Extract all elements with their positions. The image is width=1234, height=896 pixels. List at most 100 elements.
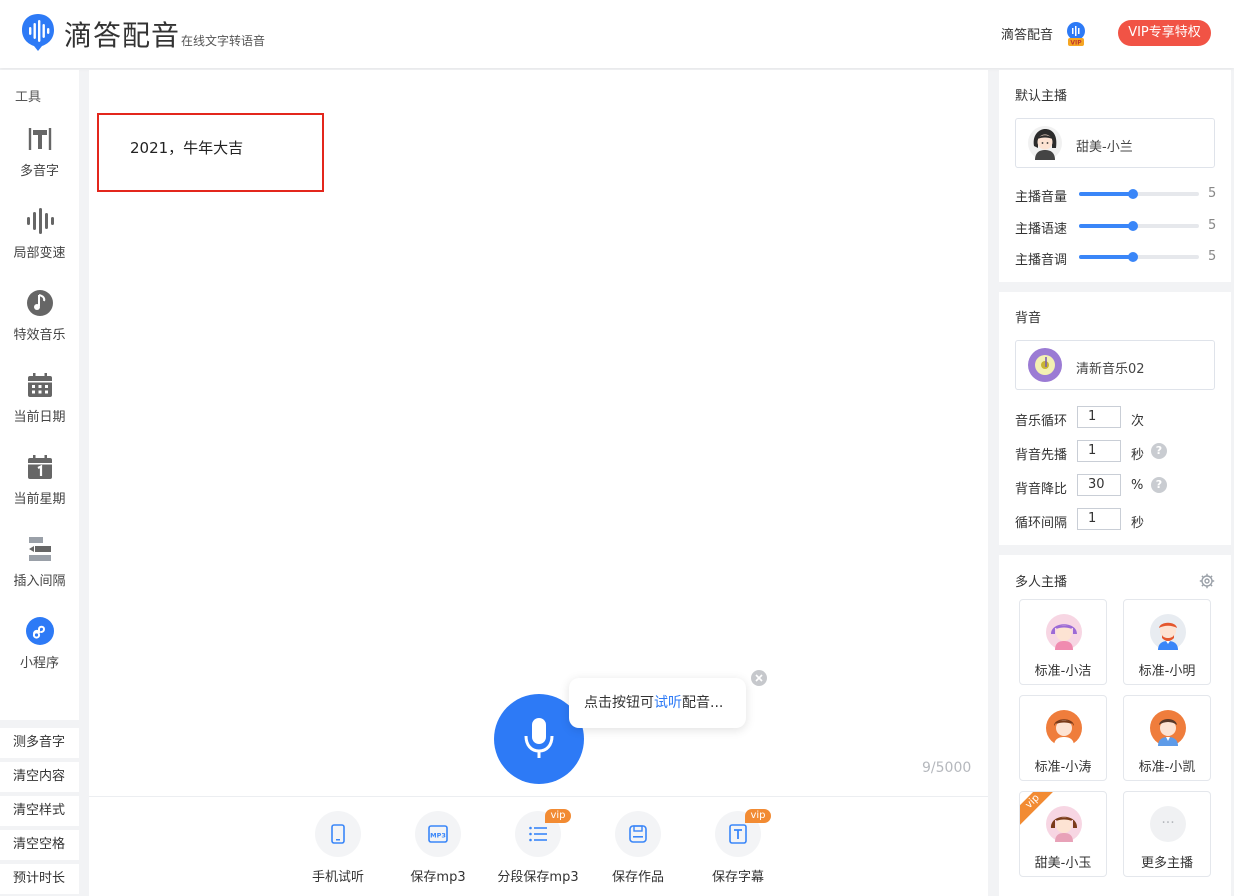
clear-content-button[interactable]: 清空内容 bbox=[0, 762, 79, 792]
save-mp3-button[interactable]: MP3 保存mp3 bbox=[388, 811, 488, 885]
save-subtitle-button[interactable]: vip 保存字幕 bbox=[688, 809, 788, 885]
slider-value: 5 bbox=[1208, 186, 1217, 201]
slider-label: 主播语速 bbox=[1015, 222, 1068, 237]
slider-track[interactable] bbox=[1079, 221, 1199, 231]
slider-track[interactable] bbox=[1079, 252, 1199, 262]
footer-button-label: 保存字幕 bbox=[711, 870, 764, 885]
pitch-slider[interactable]: 主播音调 5 bbox=[1015, 247, 1225, 268]
host-card[interactable]: 标准-小明 bbox=[1123, 599, 1211, 685]
vip-privilege-button[interactable]: VIP专享特权 bbox=[1118, 20, 1211, 46]
user-name[interactable]: 滴答配音 bbox=[1001, 24, 1053, 43]
setting-unit: 秒 bbox=[1131, 516, 1145, 531]
loop-count-input[interactable]: 1 bbox=[1077, 406, 1121, 428]
help-icon[interactable]: ? bbox=[1151, 477, 1167, 493]
tool-current-week[interactable]: 当前星期 bbox=[0, 452, 79, 507]
host-card[interactable]: vip 甜美-小玉 bbox=[1019, 791, 1107, 877]
tool-label: 特效音乐 bbox=[13, 328, 66, 343]
logo-microphone-icon[interactable] bbox=[20, 12, 56, 52]
tool-mini-program[interactable]: 小程序 bbox=[0, 616, 79, 671]
tool-label: 局部变速 bbox=[13, 246, 66, 261]
ducking-ratio-input[interactable]: 30 bbox=[1077, 474, 1121, 496]
setting-label: 音乐循环 bbox=[1015, 414, 1068, 429]
toolbar-section-label: 工具 bbox=[15, 90, 42, 105]
lead-seconds-input[interactable]: 1 bbox=[1077, 440, 1121, 462]
host-card[interactable]: 标准-小凯 bbox=[1123, 695, 1211, 781]
check-polyphone-button[interactable]: 测多音字 bbox=[0, 728, 79, 758]
slider-handle[interactable] bbox=[1128, 252, 1138, 262]
editor-text[interactable]: 2021，牛年大吉 bbox=[130, 137, 243, 158]
music-loop-setting: 音乐循环 1 次 bbox=[1015, 406, 1225, 430]
hint-prefix: 点击按钮可 bbox=[584, 695, 654, 711]
footer-button-label: 分段保存mp3 bbox=[497, 870, 579, 885]
default-anchor-panel: 默认主播 甜美-小兰 主播音量 5 主播语速 5 主播音调 5 bbox=[999, 70, 1231, 282]
polyphone-icon bbox=[28, 128, 51, 150]
setting-unit: 次 bbox=[1131, 414, 1145, 429]
app-tagline: 在线文字转语音 bbox=[181, 34, 266, 48]
calendar-grid-icon bbox=[27, 373, 52, 397]
slider-label: 主播音调 bbox=[1015, 253, 1068, 268]
vip-badge-text: VIP bbox=[1070, 40, 1082, 47]
microphone-icon bbox=[524, 718, 554, 758]
close-hint-button[interactable] bbox=[751, 670, 767, 686]
loop-interval-input[interactable]: 1 bbox=[1077, 508, 1121, 530]
hint-preview-link[interactable]: 试听 bbox=[654, 695, 682, 711]
tool-polyphone[interactable]: 多音字 bbox=[0, 124, 79, 179]
help-icon[interactable]: ? bbox=[1151, 443, 1167, 459]
tool-label: 小程序 bbox=[19, 656, 59, 671]
vip-badge-icon: VIP bbox=[1067, 22, 1085, 47]
tool-label: 当前星期 bbox=[13, 492, 66, 507]
clear-style-button[interactable]: 清空样式 bbox=[0, 796, 79, 826]
anchor-avatar bbox=[1028, 126, 1062, 160]
music-name: 清新音乐02 bbox=[1076, 362, 1145, 377]
music-disc-icon bbox=[1028, 348, 1062, 382]
save-disk-icon bbox=[629, 825, 647, 843]
footer-button-label: 保存作品 bbox=[611, 870, 664, 885]
estimate-duration-button[interactable]: 预计时长 bbox=[0, 864, 79, 894]
tool-effect-music[interactable]: 特效音乐 bbox=[0, 288, 79, 343]
default-anchor-selector[interactable]: 甜美-小兰 bbox=[1015, 118, 1215, 168]
app-title: 滴答配音 bbox=[64, 19, 181, 52]
text-editor[interactable]: 2021，牛年大吉 点击按钮可试听配音... 9/5000 手机试听 MP3 保… bbox=[89, 70, 988, 896]
save-work-button[interactable]: 保存作品 bbox=[588, 811, 688, 885]
slider-handle[interactable] bbox=[1128, 221, 1138, 231]
setting-unit: % bbox=[1131, 478, 1144, 493]
close-icon bbox=[755, 674, 763, 682]
slider-track[interactable] bbox=[1079, 189, 1199, 199]
anchor-name: 甜美-小兰 bbox=[1076, 140, 1133, 155]
panel-title: 多人主播 bbox=[1015, 575, 1068, 590]
phone-preview-button[interactable]: 手机试听 bbox=[288, 811, 388, 885]
waveform-icon bbox=[26, 208, 54, 234]
phone-icon bbox=[331, 824, 345, 844]
background-music-selector[interactable]: 清新音乐02 bbox=[1015, 340, 1215, 390]
segment-save-mp3-button[interactable]: vip 分段保存mp3 bbox=[488, 809, 588, 885]
subtitle-text-icon bbox=[729, 824, 747, 844]
panel-title: 背音 bbox=[1015, 311, 1042, 326]
host-card[interactable]: 标准-小涛 bbox=[1019, 695, 1107, 781]
gear-icon[interactable] bbox=[1199, 573, 1215, 589]
slider-handle[interactable] bbox=[1128, 189, 1138, 199]
slider-label: 主播音量 bbox=[1015, 190, 1068, 205]
tool-local-speed[interactable]: 局部变速 bbox=[0, 206, 79, 261]
speed-slider[interactable]: 主播语速 5 bbox=[1015, 216, 1225, 237]
bgm-ducking-setting: 背音降比 30 % ? bbox=[1015, 474, 1225, 498]
more-hosts-button[interactable]: ··· 更多主播 bbox=[1123, 791, 1211, 877]
host-name: 标准-小洁 bbox=[1034, 664, 1092, 679]
slider-value: 5 bbox=[1208, 218, 1217, 233]
tool-insert-gap[interactable]: 插入间隔 bbox=[0, 534, 79, 589]
highlighted-text-region[interactable]: 2021，牛年大吉 bbox=[97, 113, 324, 192]
volume-slider[interactable]: 主播音量 5 bbox=[1015, 184, 1225, 205]
slider-value: 5 bbox=[1208, 249, 1217, 264]
multi-host-panel: 多人主播 标准-小洁 标准-小明 标准-小涛 标准-小凯 vip 甜美-小玉 ·… bbox=[999, 555, 1231, 896]
tool-label: 当前日期 bbox=[13, 410, 66, 425]
host-name: 标准-小涛 bbox=[1034, 760, 1092, 775]
host-name: 甜美-小玉 bbox=[1034, 856, 1092, 871]
hint-suffix: 配音... bbox=[682, 695, 724, 711]
svg-text:MP3: MP3 bbox=[430, 832, 446, 840]
left-toolbar: 工具 多音字 局部变速 特效音乐 当前日期 当前星期 插入间隔 小程序 bbox=[0, 70, 79, 720]
loop-interval-setting: 循环间隔 1 秒 bbox=[1015, 508, 1225, 532]
clear-spaces-button[interactable]: 清空空格 bbox=[0, 830, 79, 860]
footer-button-label: 手机试听 bbox=[311, 870, 364, 885]
tool-current-date[interactable]: 当前日期 bbox=[0, 370, 79, 425]
host-card[interactable]: 标准-小洁 bbox=[1019, 599, 1107, 685]
background-music-panel: 背音 清新音乐02 音乐循环 1 次 背音先播 1 秒 ? 背音降比 30 % … bbox=[999, 292, 1231, 545]
